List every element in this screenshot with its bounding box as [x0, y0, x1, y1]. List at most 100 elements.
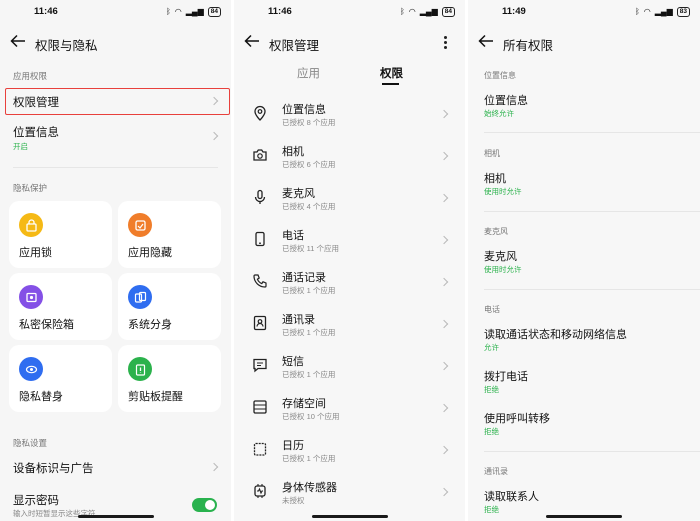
header: 所有权限 — [468, 28, 700, 56]
bluetooth-icon: ᛒ — [399, 7, 405, 16]
chevron-right-icon — [209, 462, 219, 472]
page-title: 所有权限 — [503, 39, 554, 53]
permission-item-storage[interactable]: 存储空间 已授权 10 个应用 — [234, 391, 465, 431]
permission-title: 短信 — [282, 356, 304, 368]
back-arrow-icon[interactable] — [244, 34, 260, 48]
storage-icon — [253, 400, 267, 414]
battery-icon: 84 — [207, 7, 221, 17]
privacy-standin-icon — [19, 357, 43, 381]
permission-title: 身体传感器 — [282, 482, 337, 494]
permission-management-screen: 11:46 ᛒ ◠ ▂▄▆ 84 权限管理 应用 权限 位置信息 已授权 8 个… — [234, 0, 465, 521]
status-icons: ᛒ ◠ ▂▄▆ 83 — [635, 6, 690, 18]
divider — [484, 451, 700, 452]
chevron-right-icon — [439, 487, 449, 497]
app-hide-card[interactable]: 应用隐藏 — [118, 201, 221, 268]
make-calls-row[interactable]: 拨打电话 拒绝 — [468, 364, 700, 398]
location-permission-row[interactable]: 位置信息 始终允许 — [468, 88, 700, 122]
read-contacts-label: 读取联系人 — [484, 491, 539, 503]
permission-item-calendar[interactable]: 日历 已授权 1 个应用 — [234, 433, 465, 473]
gesture-bar — [546, 515, 622, 518]
permission-subtitle: 未授权 — [282, 496, 305, 505]
camera-permission-label: 相机 — [484, 173, 506, 185]
page-title: 权限与隐私 — [35, 39, 98, 53]
permission-title: 麦克风 — [282, 188, 315, 200]
location-row[interactable]: 位置信息 开启 — [0, 120, 231, 156]
section-label-location: 位置信息 — [484, 71, 516, 80]
toggle-knob — [205, 500, 215, 510]
permission-item-location[interactable]: 位置信息 已授权 8 个应用 — [234, 97, 465, 137]
divider — [484, 289, 700, 290]
app-lock-label: 应用锁 — [19, 247, 52, 259]
permission-item-microphone[interactable]: 麦克风 已授权 4 个应用 — [234, 181, 465, 221]
show-password-label: 显示密码 — [13, 495, 59, 507]
system-clone-card[interactable]: 系统分身 — [118, 273, 221, 340]
camera-permission-row[interactable]: 相机 使用时允许 — [468, 166, 700, 200]
privacy-settings-screen: 11:46 ᛒ ◠ ▂▄▆ 84 权限与隐私 应用权限 权限管理 位置信息 开启… — [0, 0, 231, 521]
permission-title: 相机 — [282, 146, 304, 158]
make-calls-label: 拨打电话 — [484, 371, 528, 383]
bluetooth-icon: ᛒ — [634, 7, 640, 16]
device-id-ads-row[interactable]: 设备标识与广告 — [0, 455, 231, 481]
status-bar: 11:46 ᛒ ◠ ▂▄▆ 84 — [234, 0, 465, 24]
camera-icon — [253, 149, 267, 161]
system-clone-icon — [128, 285, 152, 309]
permission-subtitle: 已授权 4 个应用 — [282, 202, 336, 211]
app-hide-icon — [128, 213, 152, 237]
read-phone-state-row[interactable]: 读取通话状态和移动网络信息 允许 — [468, 322, 700, 356]
permission-title: 通讯录 — [282, 314, 315, 326]
tab-apps[interactable]: 应用 — [297, 65, 320, 81]
sms-icon — [253, 358, 267, 373]
gesture-bar — [77, 515, 154, 518]
read-phone-state-status: 允许 — [484, 343, 499, 352]
chevron-right-icon — [439, 319, 449, 329]
camera-permission-status: 使用时允许 — [484, 187, 522, 196]
permission-title: 位置信息 — [282, 104, 326, 116]
privacy-standin-card[interactable]: 隐私替身 — [9, 345, 112, 412]
microphone-permission-status: 使用时允许 — [484, 265, 522, 274]
section-label-privacy-protection: 隐私保护 — [13, 183, 48, 193]
location-pin-icon — [254, 105, 266, 121]
chevron-right-icon — [439, 193, 449, 203]
section-label-microphone: 麦克风 — [484, 227, 508, 236]
device-id-ads-label: 设备标识与广告 — [13, 463, 94, 475]
show-password-toggle[interactable] — [192, 498, 217, 512]
app-lock-card[interactable]: 应用锁 — [9, 201, 112, 268]
read-contacts-status: 拒绝 — [484, 505, 499, 514]
app-lock-icon — [19, 213, 43, 237]
clipboard-alert-card[interactable]: 剪贴板提醒 — [118, 345, 221, 412]
permission-subtitle: 已授权 1 个应用 — [282, 328, 336, 337]
permission-item-camera[interactable]: 相机 已授权 6 个应用 — [234, 139, 465, 179]
microphone-icon — [254, 189, 266, 204]
call-forwarding-label: 使用呼叫转移 — [484, 413, 550, 425]
section-label-phone: 电话 — [484, 305, 500, 314]
divider — [484, 211, 700, 212]
permission-item-body-sensors[interactable]: 身体传感器 未授权 — [234, 475, 465, 515]
microphone-permission-row[interactable]: 麦克风 使用时允许 — [468, 244, 700, 278]
permission-subtitle: 已授权 8 个应用 — [282, 118, 336, 127]
private-safe-card[interactable]: 私密保险箱 — [9, 273, 112, 340]
read-contacts-row[interactable]: 读取联系人 拒绝 — [468, 484, 700, 518]
more-options-icon[interactable] — [444, 36, 448, 50]
chevron-right-icon — [209, 131, 219, 141]
back-arrow-icon[interactable] — [478, 34, 494, 48]
chevron-right-icon — [439, 235, 449, 245]
permission-subtitle: 已授权 11 个应用 — [282, 244, 339, 253]
signal-icon: ▂▄▆ — [654, 7, 673, 16]
back-arrow-icon[interactable] — [10, 34, 26, 48]
section-label-app-permissions: 应用权限 — [13, 71, 48, 81]
tab-permissions[interactable]: 权限 — [380, 65, 403, 81]
highlight-box — [5, 88, 230, 115]
call-forwarding-row[interactable]: 使用呼叫转移 拒绝 — [468, 406, 700, 440]
permission-item-call-log[interactable]: 通话记录 已授权 1 个应用 — [234, 265, 465, 305]
divider — [484, 132, 700, 133]
chevron-right-icon — [439, 445, 449, 455]
permission-subtitle: 已授权 6 个应用 — [282, 160, 336, 169]
permission-title: 电话 — [282, 230, 304, 242]
permission-item-contacts[interactable]: 通讯录 已授权 1 个应用 — [234, 307, 465, 347]
section-label-privacy-settings: 隐私设置 — [13, 438, 48, 448]
signal-icon: ▂▄▆ — [185, 7, 204, 16]
battery-icon: 84 — [441, 7, 455, 17]
permission-item-phone[interactable]: 电话 已授权 11 个应用 — [234, 223, 465, 263]
call-forwarding-status: 拒绝 — [484, 427, 499, 436]
permission-item-sms[interactable]: 短信 已授权 1 个应用 — [234, 349, 465, 389]
